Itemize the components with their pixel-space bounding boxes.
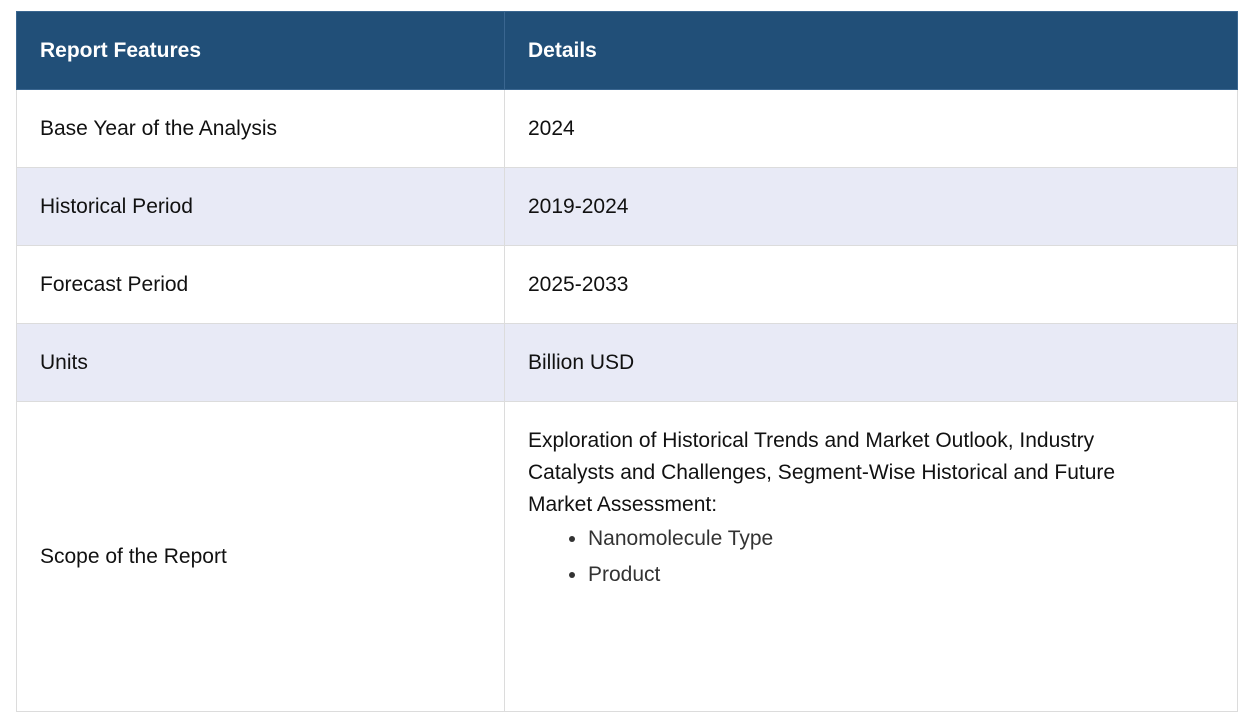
scope-description: Exploration of Historical Trends and Mar… [528, 429, 1116, 516]
table-row: Base Year of the Analysis 2024 [16, 89, 1238, 168]
row-detail-historical-period: 2019-2024 [504, 167, 1238, 246]
row-detail-units: Billion USD [504, 323, 1238, 402]
scope-bullet-product: Product [588, 557, 1237, 593]
row-feature-forecast-period: Forecast Period [16, 245, 505, 324]
header-report-features: Report Features [16, 11, 505, 90]
row-feature-historical-period: Historical Period [16, 167, 505, 246]
row-feature-units: Units [16, 323, 505, 402]
row-detail-forecast-period: 2025-2033 [504, 245, 1238, 324]
table-row: Historical Period 2019-2024 [16, 167, 1238, 246]
row-detail-scope: Exploration of Historical Trends and Mar… [504, 401, 1238, 712]
table-row: Forecast Period 2025-2033 [16, 245, 1238, 324]
scope-bullet-list: Nanomolecule Type Product [528, 521, 1237, 593]
scope-bullet-nanomolecule-type: Nanomolecule Type [588, 521, 1237, 557]
row-feature-base-year: Base Year of the Analysis [16, 89, 505, 168]
report-features-table: Report Features Details Base Year of the… [16, 11, 1238, 712]
row-detail-base-year: 2024 [504, 89, 1238, 168]
report-features-table-container: Report Features Details Base Year of the… [16, 11, 1238, 712]
table-row-scope: Scope of the Report Exploration of Histo… [16, 401, 1238, 712]
table-row: Units Billion USD [16, 323, 1238, 402]
header-details: Details [504, 11, 1238, 90]
row-feature-scope: Scope of the Report [16, 401, 505, 712]
table-header-row: Report Features Details [16, 11, 1238, 90]
